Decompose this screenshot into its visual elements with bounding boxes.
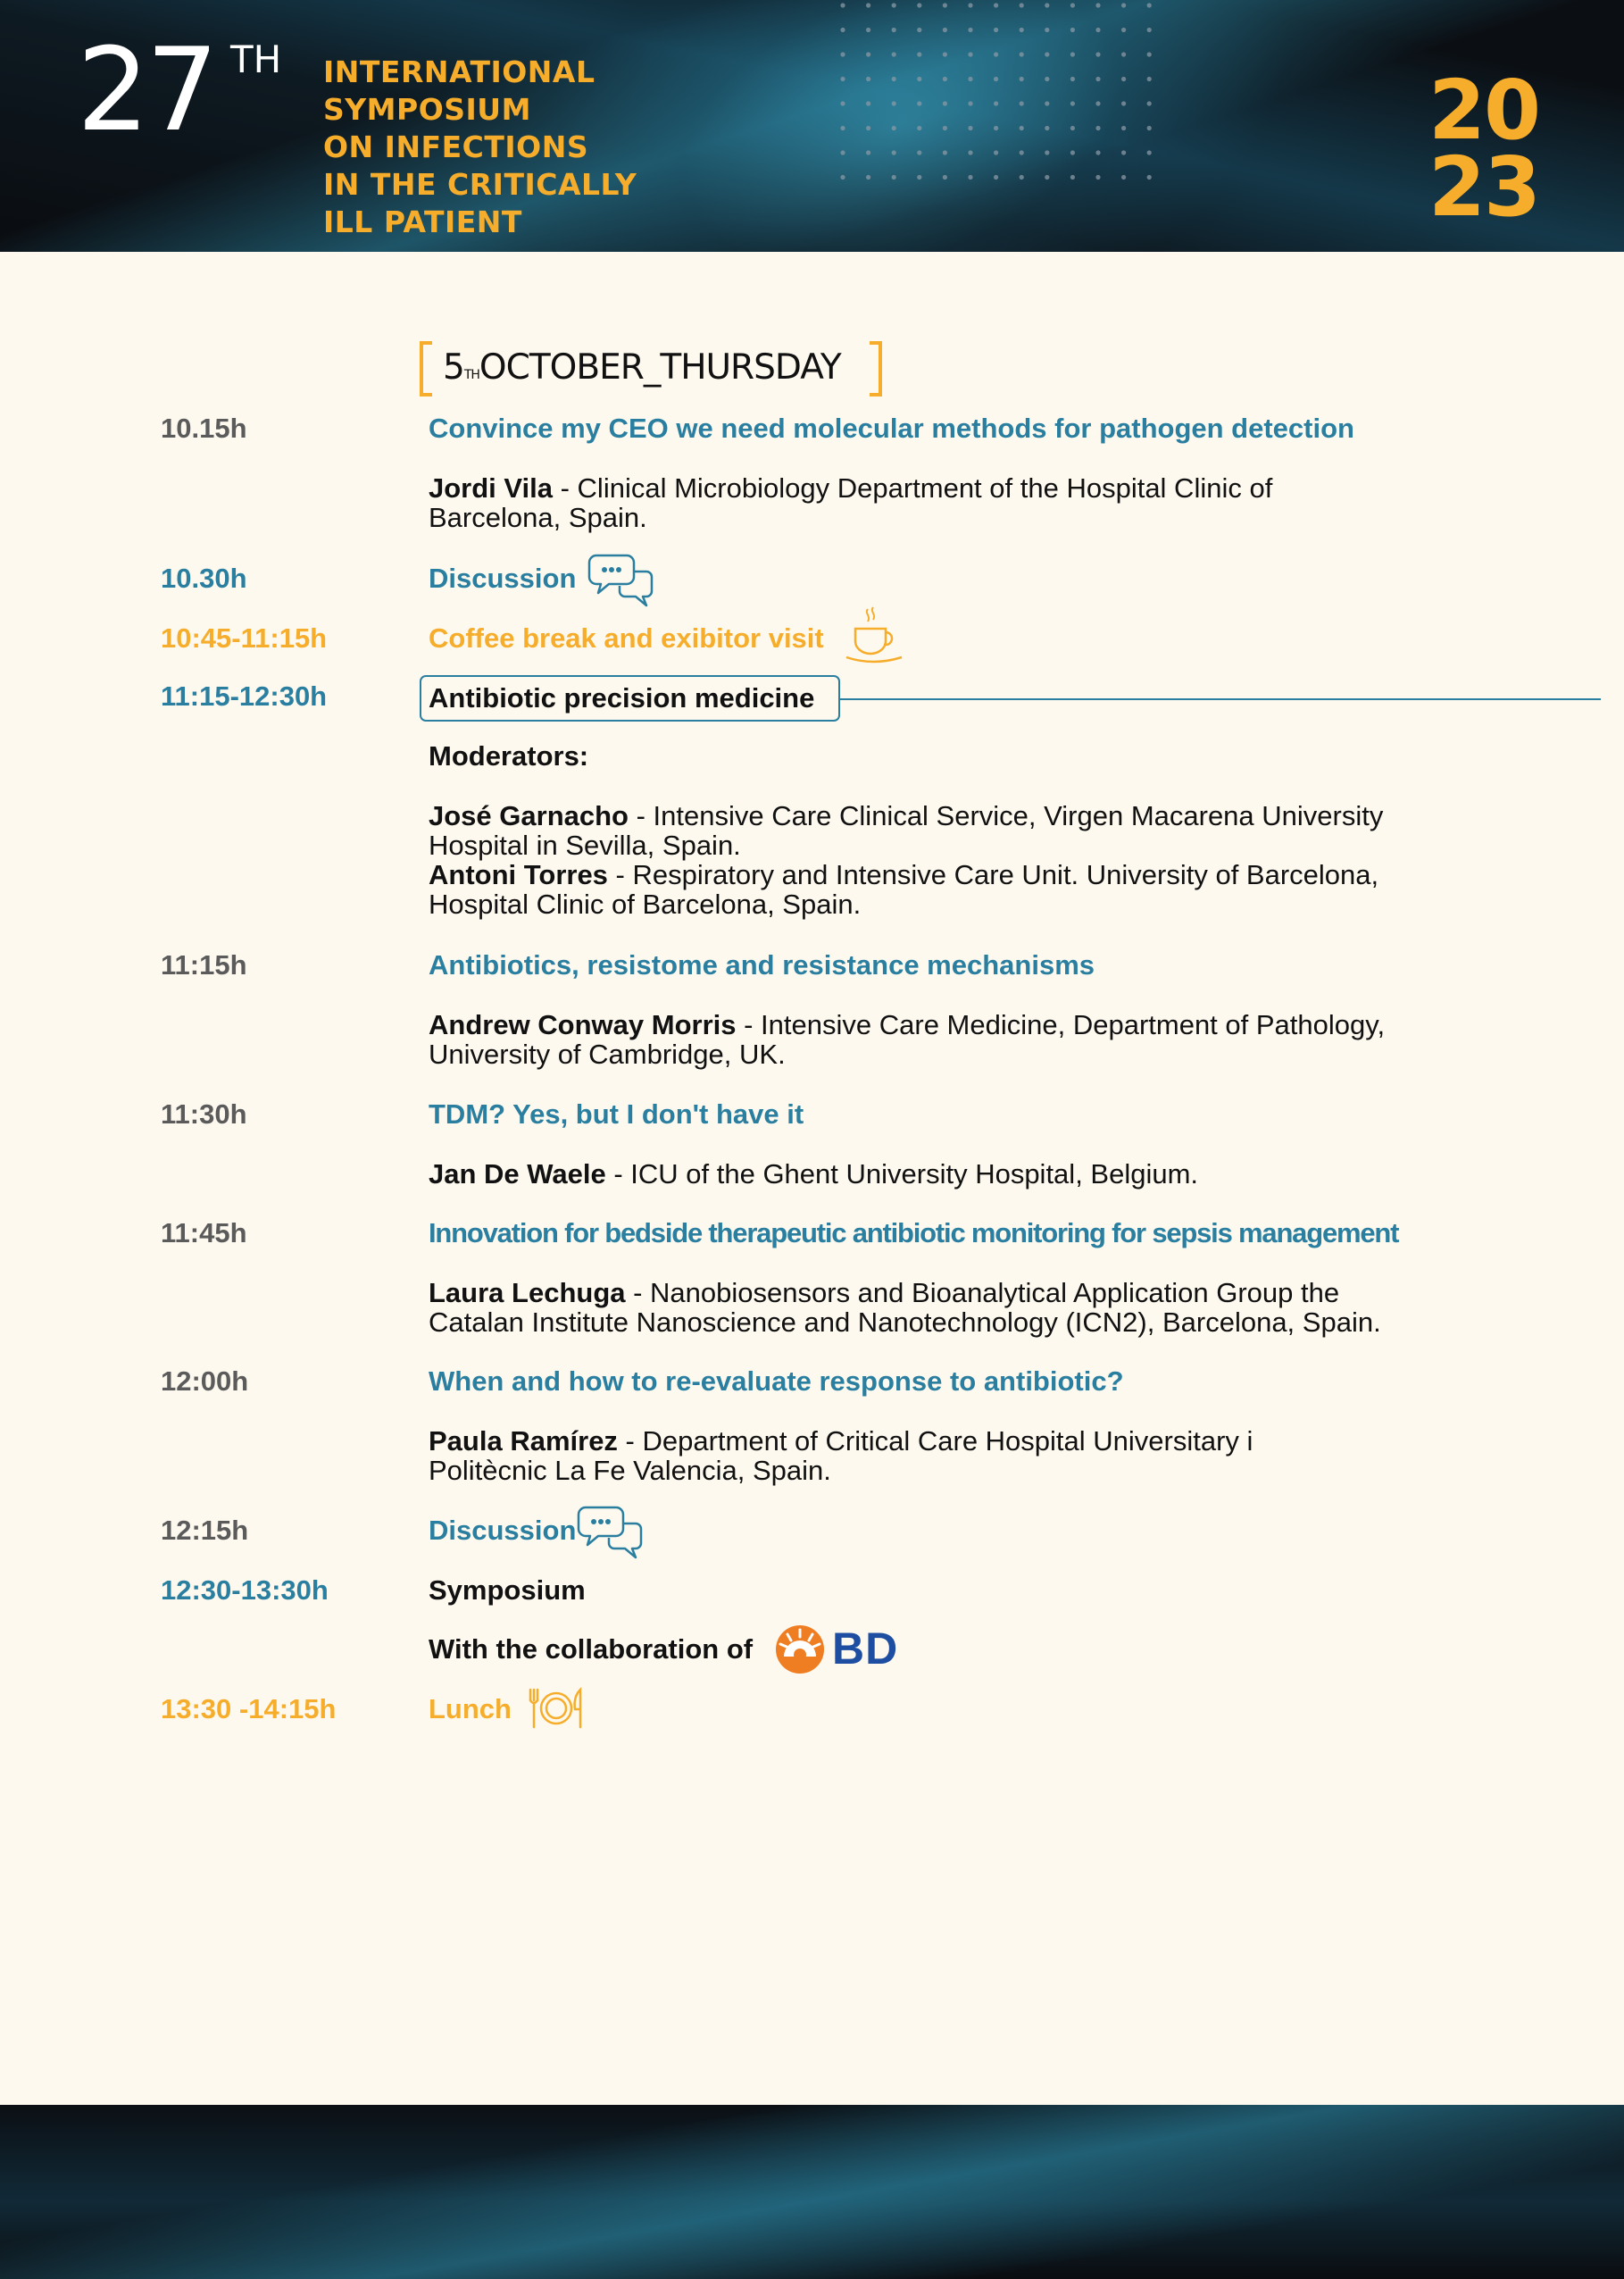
discussion-title: Discussion — [429, 563, 577, 594]
day-number: 5 — [443, 347, 465, 388]
bd-logo-icon — [776, 1625, 824, 1674]
talk-time: 11:30h — [161, 1098, 247, 1130]
speaker-affiliation: - Department of Critical Care Hospital U… — [617, 1425, 1253, 1457]
title-line: ILL PATIENT — [323, 205, 522, 239]
moderator-affiliation-cont: Hospital Clinic of Barcelona, Spain. — [429, 889, 862, 920]
plate-cutlery-icon — [529, 1686, 582, 1729]
talk-time: 11:15h — [161, 949, 247, 981]
header-banner: 27 TH INTERNATIONAL SYMPOSIUM ON INFECTI… — [0, 0, 1624, 252]
day-month-weekday: OCTOBER_THURSDAY — [479, 347, 842, 388]
edition-suffix: TH — [230, 38, 282, 81]
discussion-time: 12:15h — [161, 1515, 249, 1546]
day-suffix: TH — [463, 368, 480, 382]
moderators-list: José Garnacho - Intensive Care Clinical … — [429, 801, 1482, 919]
speaker-name: Paula Ramírez — [429, 1425, 618, 1457]
decorative-dot-grid — [840, 3, 1152, 180]
chat-bubbles-icon — [587, 554, 654, 607]
discussion-time: 10.30h — [161, 563, 247, 594]
title-line: ON INFECTIONS — [323, 129, 589, 164]
symposium-time: 12:30-13:30h — [161, 1574, 329, 1606]
edition-number: 27 — [77, 24, 219, 157]
session-time: 11:15-12:30h — [161, 680, 328, 712]
symposium-title: INTERNATIONAL SYMPOSIUM ON INFECTIONS IN… — [323, 54, 698, 241]
speaker-info: Andrew Conway Morris - Intensive Care Me… — [429, 1010, 1482, 1069]
talk-time: 12:00h — [161, 1365, 249, 1397]
day-label: 5THOCTOBER_THURSDAY — [443, 345, 842, 391]
moderator-affiliation: - Respiratory and Intensive Care Unit. U… — [607, 859, 1379, 890]
session-title-box: Antibiotic precision medicine — [420, 675, 840, 722]
title-line: SYMPOSIUM — [323, 92, 531, 127]
coffee-time: 10:45-11:15h — [161, 622, 328, 654]
talk-title: When and how to re-evaluate response to … — [429, 1365, 1124, 1397]
coffee-title: Coffee break and exibitor visit — [429, 622, 824, 654]
coffee-cup-icon — [845, 606, 903, 664]
speaker-info: Paula Ramírez - Department of Critical C… — [429, 1426, 1482, 1485]
talk-title: Antibiotics, resistome and resistance me… — [429, 949, 1095, 981]
speaker-name: Laura Lechuga — [429, 1277, 626, 1308]
title-line: IN THE CRITICALLY — [323, 167, 637, 202]
speaker-affiliation: - Clinical Microbiology Department of th… — [553, 472, 1273, 504]
chat-bubbles-icon — [577, 1506, 643, 1559]
speaker-name: Jordi Vila — [429, 472, 553, 504]
speaker-affiliation-cont: Catalan Institute Nanoscience and Nanote… — [429, 1306, 1381, 1338]
sponsor-name: BD — [832, 1624, 899, 1674]
speaker-affiliation: - ICU of the Ghent University Hospital, … — [605, 1158, 1199, 1190]
moderators-label: Moderators: — [429, 740, 589, 772]
session-title: Antibiotic precision medicine — [429, 682, 815, 714]
speaker-affiliation: - Nanobiosensors and Bioanalytical Appli… — [625, 1277, 1340, 1308]
speaker-affiliation-cont: Barcelona, Spain. — [429, 502, 647, 533]
bracket-right-icon — [870, 341, 882, 397]
year-bottom: 23 — [1428, 139, 1541, 235]
talk-title: Innovation for bedside therapeutic antib… — [429, 1217, 1399, 1248]
lunch-time: 13:30 -14:15h — [161, 1693, 337, 1724]
footer-banner — [0, 2105, 1624, 2279]
session-divider-line — [840, 698, 1601, 700]
speaker-affiliation-cont: Politècnic La Fe Valencia, Spain. — [429, 1455, 831, 1486]
speaker-info: Laura Lechuga - Nanobiosensors and Bioan… — [429, 1278, 1482, 1337]
talk-title: Convince my CEO we need molecular method… — [429, 413, 1354, 444]
moderator-name: José Garnacho — [429, 800, 629, 831]
speaker-info: Jan De Waele - ICU of the Ghent Universi… — [429, 1159, 1482, 1189]
talk-time: 10.15h — [161, 413, 247, 444]
speaker-info: Jordi Vila - Clinical Microbiology Depar… — [429, 473, 1482, 532]
speaker-affiliation: - Intensive Care Medicine, Department of… — [736, 1009, 1386, 1040]
speaker-name: Jan De Waele — [429, 1158, 606, 1190]
collaboration-label: With the collaboration of — [429, 1633, 754, 1665]
speaker-affiliation-cont: University of Cambridge, UK. — [429, 1039, 786, 1070]
bracket-left-icon — [420, 341, 432, 397]
speaker-name: Andrew Conway Morris — [429, 1009, 737, 1040]
talk-title: TDM? Yes, but I don't have it — [429, 1098, 804, 1130]
title-line: INTERNATIONAL — [323, 54, 595, 89]
moderator-affiliation-cont: Hospital in Sevilla, Spain. — [429, 830, 741, 861]
talk-time: 11:45h — [161, 1217, 247, 1248]
symposium-title: Symposium — [429, 1574, 586, 1606]
day-title: 5THOCTOBER_THURSDAY — [420, 341, 882, 397]
moderator-affiliation: - Intensive Care Clinical Service, Virge… — [628, 800, 1384, 831]
moderator-name: Antoni Torres — [429, 859, 608, 890]
